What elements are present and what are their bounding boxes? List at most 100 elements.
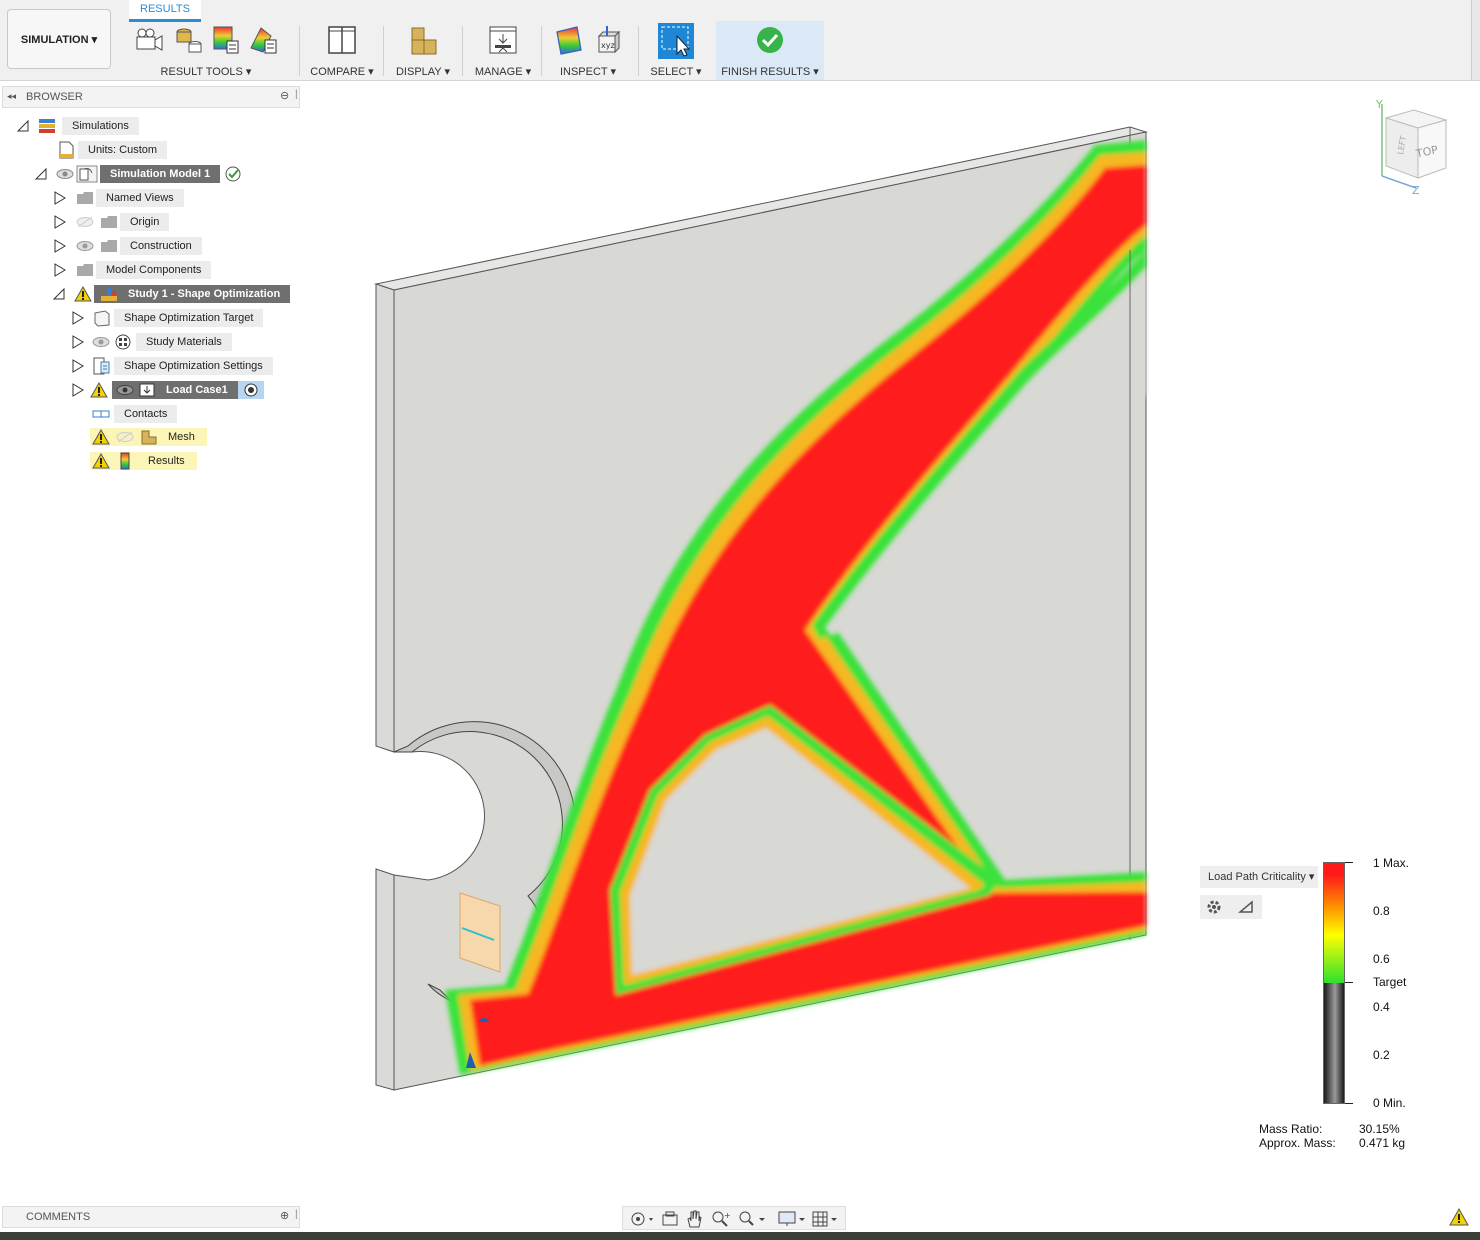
tree-row-load-case[interactable]: Load Case1 (72, 380, 264, 400)
visibility-eye-icon[interactable] (56, 167, 74, 181)
expanded-arrow-icon[interactable] (52, 287, 66, 301)
collapsed-arrow-icon[interactable] (72, 311, 84, 325)
zoom-icon[interactable]: + (711, 1210, 731, 1228)
tree-row-study-materials[interactable]: Study Materials (72, 332, 232, 352)
expanded-arrow-icon[interactable] (34, 167, 48, 181)
result-type-dropdown[interactable]: Load Path Criticality ▾ (1200, 866, 1318, 888)
tree-label: Mesh (158, 428, 205, 446)
folder-icon (101, 216, 117, 228)
collapsed-arrow-icon[interactable] (72, 383, 84, 397)
collapsed-arrow-icon[interactable] (54, 191, 66, 205)
hidden-eye-icon[interactable] (76, 215, 94, 229)
axis-z-label: Z (1412, 184, 1420, 196)
browser-minimize-icon[interactable]: ⊖ (280, 89, 289, 102)
workspace-switcher[interactable]: SIMULATION ▾ (7, 9, 111, 69)
inspect-result-icon[interactable] (553, 24, 585, 56)
collapsed-arrow-icon[interactable] (72, 335, 84, 349)
tree-label: Origin (120, 213, 170, 231)
report-icon[interactable] (247, 24, 279, 56)
tree-row-shape-opt-target[interactable]: Shape Optimization Target (72, 308, 264, 328)
select-window-icon[interactable] (657, 22, 695, 60)
select-menu[interactable]: SELECT ▾ (644, 65, 708, 78)
legend-adjust-triangle-icon[interactable] (1238, 900, 1254, 914)
notification-warning-icon[interactable] (1449, 1208, 1469, 1226)
zoom-window-icon[interactable] (737, 1210, 767, 1228)
viewport-canvas[interactable] (0, 0, 1480, 1240)
probe-database-icon[interactable] (171, 24, 203, 56)
legend-settings-gear-icon[interactable] (1205, 898, 1223, 916)
tree-label: Study Materials (136, 333, 232, 351)
collapsed-arrow-icon[interactable] (54, 239, 66, 253)
manage-export-icon[interactable] (487, 24, 519, 56)
activate-radio-icon[interactable] (237, 381, 264, 399)
tree-row-origin[interactable]: Origin (54, 212, 170, 232)
workspace-label: SIMULATION ▾ (20, 33, 98, 46)
inspect-group: xyz INSPECT ▾ (548, 22, 628, 78)
collapsed-arrow-icon[interactable] (72, 359, 84, 373)
collapse-panel-icon[interactable]: ◂◂ (7, 91, 16, 102)
tab-results[interactable]: RESULTS (129, 0, 201, 22)
look-at-icon[interactable] (661, 1210, 679, 1228)
display-shape-icon[interactable] (407, 24, 439, 56)
legend-label-06: 0.6 (1373, 952, 1390, 966)
tree-label: Contacts (114, 405, 178, 423)
tree-row-shape-opt-settings[interactable]: Shape Optimization Settings (72, 356, 273, 376)
tree-row-construction[interactable]: Construction (54, 236, 202, 256)
optimized-load-path (445, 140, 1146, 1075)
finish-results-menu[interactable]: FINISH RESULTS ▾ (716, 65, 824, 78)
tree-label: Shape Optimization Target (114, 309, 264, 327)
collapsed-arrow-icon[interactable] (54, 263, 66, 277)
expanded-arrow-icon[interactable] (16, 119, 30, 133)
compare-group: COMPARE ▾ (308, 22, 376, 78)
visibility-eye-icon[interactable] (116, 383, 134, 397)
display-menu[interactable]: DISPLAY ▾ (390, 65, 456, 78)
color-bar (1323, 862, 1345, 1104)
grid-snaps-icon[interactable] (811, 1210, 841, 1228)
probe-xyz-icon[interactable]: xyz (591, 24, 623, 56)
comments-add-icon[interactable]: ⊕ (280, 1209, 289, 1222)
hidden-eye-icon[interactable] (116, 430, 134, 444)
shape-optimization-study-icon (101, 288, 117, 301)
tree-row-results[interactable]: Results (90, 452, 197, 470)
browser-title: BROWSER (26, 91, 83, 103)
color-bar-ticks (1345, 862, 1357, 1104)
folder-icon (77, 192, 93, 204)
comments-panel[interactable]: COMMENTS ⊕ | (2, 1206, 300, 1228)
visibility-eye-icon[interactable] (92, 335, 110, 349)
display-settings-icon[interactable] (777, 1210, 807, 1228)
tree-row-simulations[interactable]: Simulations (16, 116, 139, 136)
mesh-icon (141, 430, 157, 445)
tree-row-model-components[interactable]: Model Components (54, 260, 212, 280)
compare-menu[interactable]: COMPARE ▾ (308, 65, 376, 78)
tree-row-mesh[interactable]: Mesh (90, 428, 207, 446)
pan-hand-icon[interactable] (685, 1209, 703, 1229)
settings-document-icon (93, 357, 110, 375)
panel-grip-icon[interactable]: | (295, 89, 298, 100)
visibility-eye-icon[interactable] (76, 239, 94, 253)
orbit-icon[interactable] (629, 1210, 655, 1228)
color-plot-icon[interactable] (209, 24, 241, 56)
inspect-menu[interactable]: INSPECT ▾ (548, 65, 628, 78)
compare-split-icon[interactable] (326, 24, 358, 56)
result-tools-menu[interactable]: RESULT TOOLS ▾ (124, 65, 288, 78)
legend-tools (1200, 895, 1262, 919)
tree-row-contacts[interactable]: Contacts (92, 404, 178, 424)
tree-label: Construction (120, 237, 202, 255)
tree-row-units[interactable]: Units: Custom (58, 140, 168, 160)
simulations-icon (39, 119, 55, 133)
tree-row-named-views[interactable]: Named Views (54, 188, 184, 208)
finish-check-icon[interactable] (754, 24, 786, 56)
view-cube[interactable]: Y Z TOP LEFT (1364, 96, 1460, 196)
warning-icon (92, 453, 110, 469)
legend-label-min: 0 Min. (1373, 1096, 1406, 1110)
browser-header: ◂◂ BROWSER ⊖ | (2, 86, 300, 108)
tree-row-simulation-model[interactable]: Simulation Model 1 (34, 164, 242, 184)
manage-menu[interactable]: MANAGE ▾ (470, 65, 536, 78)
collapsed-arrow-icon[interactable] (54, 215, 66, 229)
panel-grip-icon[interactable]: | (295, 1209, 298, 1220)
desktop-background-strip (0, 1232, 1480, 1240)
animate-camera-icon[interactable] (133, 24, 165, 56)
tree-row-study-1[interactable]: Study 1 - Shape Optimization (52, 284, 291, 304)
contacts-icon (92, 410, 110, 418)
comments-title: COMMENTS (26, 1211, 91, 1223)
